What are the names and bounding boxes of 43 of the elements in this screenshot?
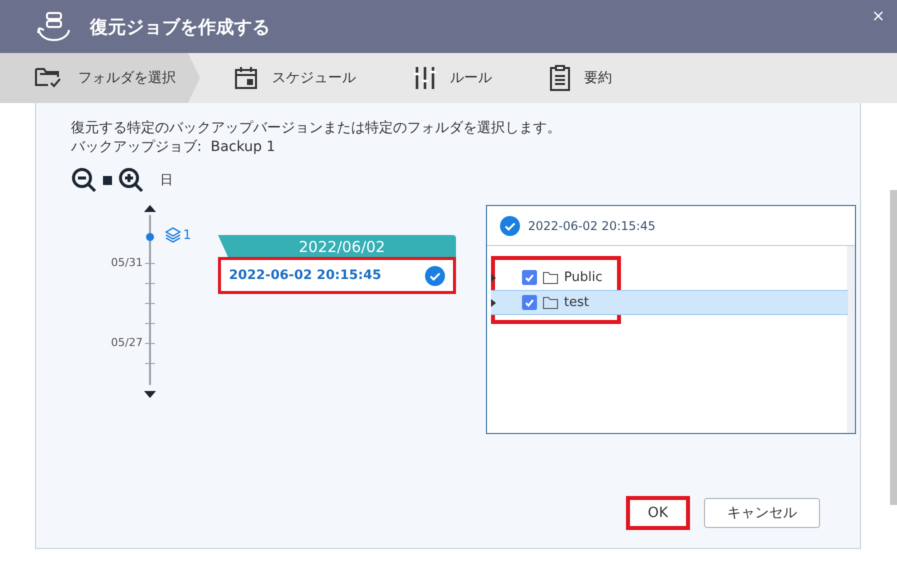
- clipboard-icon: [550, 65, 570, 91]
- step-tab[interactable]: 要約: [516, 53, 636, 103]
- backup-job-label: バックアップジョブ: Backup 1: [71, 138, 276, 157]
- checkbox[interactable]: [522, 295, 537, 310]
- timeline-date-label: 05/31: [111, 256, 143, 269]
- expand-icon[interactable]: [491, 274, 496, 282]
- folder-icon: [543, 272, 558, 284]
- version-count: 1: [183, 228, 192, 242]
- scroll-down-icon[interactable]: [144, 391, 156, 398]
- window-title: 復元ジョブを作成する: [90, 16, 270, 38]
- ok-button[interactable]: OK: [626, 496, 690, 530]
- timeline-dot: [146, 233, 154, 241]
- check-icon: [524, 272, 535, 283]
- zoom-unit-label: 日: [160, 172, 173, 190]
- cancel-button[interactable]: キャンセル: [704, 498, 820, 528]
- sliders-icon: [414, 66, 436, 90]
- restore-drive-icon: [36, 10, 72, 42]
- version-title: 2022-06-02 20:15:45: [528, 218, 656, 232]
- step-tab[interactable]: ルール: [380, 53, 516, 103]
- timeline-date-label: 05/27: [111, 336, 143, 349]
- checkbox[interactable]: [522, 270, 537, 285]
- version-item[interactable]: 2022-06-02 20:15:45: [218, 257, 456, 294]
- step-tab[interactable]: スケジュール: [200, 53, 380, 103]
- layers-icon: [165, 227, 181, 243]
- calendar-icon: [234, 66, 258, 90]
- square-icon: [103, 176, 112, 184]
- close-button[interactable]: ×: [872, 6, 885, 25]
- scrollbar[interactable]: [890, 190, 897, 505]
- folder-name: test: [564, 295, 589, 310]
- folder-name: Public: [564, 270, 602, 285]
- folder-row[interactable]: test: [491, 290, 848, 315]
- expand-icon[interactable]: [491, 298, 496, 306]
- check-circle-icon: [500, 216, 520, 236]
- step-tab[interactable]: フォルダを選択: [0, 53, 200, 103]
- selected-check-icon: [425, 266, 445, 286]
- folder-row[interactable]: Public: [491, 265, 848, 290]
- zoom-in-icon[interactable]: [118, 167, 144, 193]
- folder-icon: [543, 296, 558, 308]
- check-icon: [524, 297, 535, 308]
- zoom-out-icon[interactable]: [71, 167, 97, 193]
- scroll-up-icon[interactable]: [144, 205, 156, 212]
- date-header: 2022/06/02: [218, 235, 456, 257]
- description-text: 復元する特定のバックアップバージョンまたは特定のフォルダを選択します。: [71, 119, 562, 138]
